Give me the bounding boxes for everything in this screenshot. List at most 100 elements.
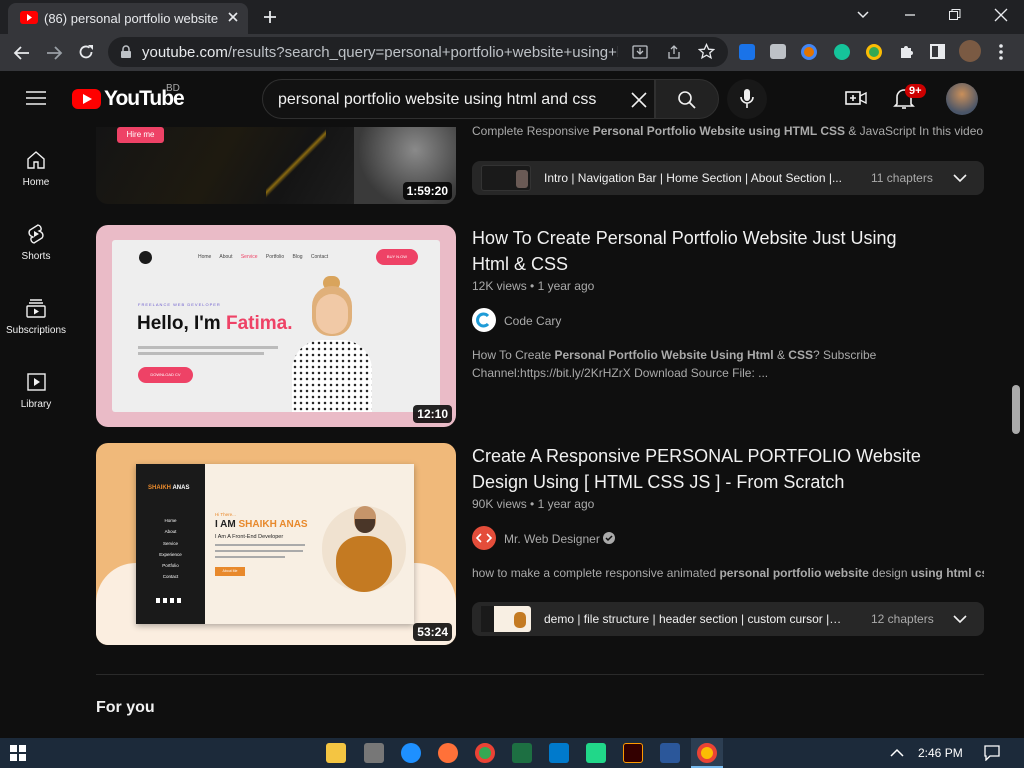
mock-nav: Home About Service Portfolio Blog Contac… xyxy=(198,254,328,260)
video-thumbnail[interactable]: Hire me 1:59:20 xyxy=(96,127,456,204)
restore-icon[interactable] xyxy=(948,8,962,22)
tab-search-chevron-icon[interactable] xyxy=(856,10,870,20)
desc-highlight: using html cs xyxy=(910,566,984,580)
notification-count-badge: 9+ xyxy=(905,84,926,98)
channel-name[interactable]: Mr. Web Designer xyxy=(504,532,600,546)
video-metadata: 90K views • 1 year ago xyxy=(472,497,595,511)
video-duration: 12:10 xyxy=(413,405,452,423)
clock-time[interactable]: 2:46 PM xyxy=(918,746,963,760)
extension-camera-icon[interactable] xyxy=(770,44,786,59)
create-video-icon[interactable] xyxy=(845,88,867,108)
sidebar-item-subscriptions[interactable]: Subscriptions xyxy=(0,297,72,336)
extension-grammarly-icon[interactable] xyxy=(834,44,850,60)
scrollbar-thumb[interactable] xyxy=(1012,385,1020,434)
section-divider xyxy=(96,674,984,675)
clear-search-icon[interactable] xyxy=(631,92,647,108)
address-bar[interactable]: youtube.com/results?search_query=persona… xyxy=(108,37,728,67)
notification-center-icon[interactable] xyxy=(984,745,1000,761)
mock-portrait xyxy=(282,274,382,412)
excel-icon[interactable] xyxy=(512,743,532,763)
desc-part: & xyxy=(773,348,789,362)
side-panel-icon[interactable] xyxy=(930,44,945,59)
video-metadata: 12K views • 1 year ago xyxy=(472,279,595,293)
extension-chrome-icon[interactable] xyxy=(866,44,882,60)
illustrator-icon[interactable] xyxy=(623,743,643,763)
mock-paragraph-line xyxy=(138,352,264,355)
sidebar-item-label: Subscriptions xyxy=(5,325,67,336)
video-thumbnail[interactable]: Home About Service Portfolio Blog Contac… xyxy=(96,225,456,427)
app-window-icon[interactable] xyxy=(364,743,384,763)
view-count: 90K views xyxy=(472,497,527,511)
chapters-bar[interactable]: Intro | Navigation Bar | Home Section | … xyxy=(472,161,984,195)
desc-highlight: Personal Portfolio Website using HTML CS… xyxy=(592,124,845,138)
guide-sidebar: Home Shorts Subscriptions Library xyxy=(0,127,72,738)
sidebar-item-home[interactable]: Home xyxy=(0,149,72,188)
mock-menu-item: Contact xyxy=(162,574,179,580)
desc-highlight: personal portfolio website xyxy=(719,566,869,580)
sidebar-item-label: Home xyxy=(22,177,50,188)
video-title[interactable]: How To Create Personal Portfolio Website… xyxy=(472,225,932,277)
video-thumbnail[interactable]: SHAIKH ANAS Home About Service Experienc… xyxy=(96,443,456,645)
forward-icon[interactable] xyxy=(45,44,63,62)
tab-close-icon[interactable] xyxy=(226,10,240,24)
reload-icon[interactable] xyxy=(77,43,95,61)
pycharm-icon[interactable] xyxy=(586,743,606,763)
home-icon xyxy=(27,151,45,169)
search-input[interactable]: personal portfolio website using html an… xyxy=(278,91,596,109)
chapter-thumb-sidebar xyxy=(481,606,494,632)
windows-start-icon[interactable] xyxy=(10,745,26,761)
chapters-count: 11 chapters xyxy=(871,171,933,185)
new-tab-icon[interactable] xyxy=(262,9,278,25)
browser-tab-active[interactable]: (86) personal portfolio website using ht… xyxy=(8,3,248,34)
channel-avatar[interactable] xyxy=(472,526,496,550)
thumbnail-website-mock: SHAIKH ANAS Home About Service Experienc… xyxy=(136,464,414,624)
install-app-icon[interactable] xyxy=(632,44,648,60)
youtube-header: YouTube BD personal portfolio website us… xyxy=(0,71,1024,127)
share-icon[interactable] xyxy=(666,44,682,60)
lock-icon[interactable] xyxy=(120,45,132,59)
hamburger-menu-icon[interactable] xyxy=(26,90,46,106)
youtube-logo-icon xyxy=(72,89,101,109)
channel-name[interactable]: Code Cary xyxy=(504,314,561,328)
bookmark-star-icon[interactable] xyxy=(698,43,715,60)
portrait-beard xyxy=(355,519,375,533)
view-count: 12K views xyxy=(472,279,527,293)
video-duration: 1:59:20 xyxy=(402,182,452,200)
voice-search-button[interactable] xyxy=(727,79,767,119)
sidebar-item-library[interactable]: Library xyxy=(0,371,72,410)
close-window-icon[interactable] xyxy=(994,8,1008,22)
mock-menu: Home About Service Experience Portfolio … xyxy=(136,515,205,583)
tab-title: (86) personal portfolio website using ht… xyxy=(44,11,220,26)
mock-greeting: Hi There... xyxy=(215,512,236,517)
app-icon[interactable] xyxy=(660,743,680,763)
mock-logo xyxy=(139,251,152,264)
account-avatar[interactable] xyxy=(946,83,978,115)
minimize-icon[interactable] xyxy=(903,8,917,22)
sidebar-item-shorts[interactable]: Shorts xyxy=(0,223,72,262)
mock-download-button: DOWNLOAD CV xyxy=(138,367,193,383)
search-box[interactable]: personal portfolio website using html an… xyxy=(262,79,655,119)
file-explorer-icon[interactable] xyxy=(326,743,346,763)
chrome-menu-icon[interactable] xyxy=(998,43,1004,61)
video-title[interactable]: Create A Responsive PERSONAL PORTFOLIO W… xyxy=(472,443,932,495)
extensions-puzzle-icon[interactable] xyxy=(898,43,915,60)
chrome-taskbar-icon[interactable] xyxy=(475,743,495,763)
active-chrome-taskbar-button[interactable] xyxy=(691,738,723,768)
desc-part: How To Create xyxy=(472,348,555,362)
extension-translate-icon[interactable] xyxy=(739,44,755,60)
chapters-bar[interactable]: demo | file structure | header section |… xyxy=(472,602,984,636)
mock-role: I Am A Front-End Developer xyxy=(215,534,284,540)
edge-icon[interactable] xyxy=(401,743,421,763)
mock-nav-item: Contact xyxy=(310,254,329,260)
profile-avatar[interactable] xyxy=(959,40,981,62)
firefox-icon[interactable] xyxy=(438,743,458,763)
back-icon[interactable] xyxy=(13,44,31,62)
desc-part: & JavaScript In this video, I... xyxy=(848,124,984,138)
mock-menu-item: Experience xyxy=(159,551,182,557)
channel-avatar[interactable] xyxy=(472,308,496,332)
vscode-icon[interactable] xyxy=(549,743,569,763)
tray-chevron-up-icon[interactable] xyxy=(890,748,904,757)
mock-brand-last: ANAS xyxy=(171,485,190,491)
extension-color-icon[interactable] xyxy=(801,44,817,60)
search-button[interactable] xyxy=(655,79,719,119)
